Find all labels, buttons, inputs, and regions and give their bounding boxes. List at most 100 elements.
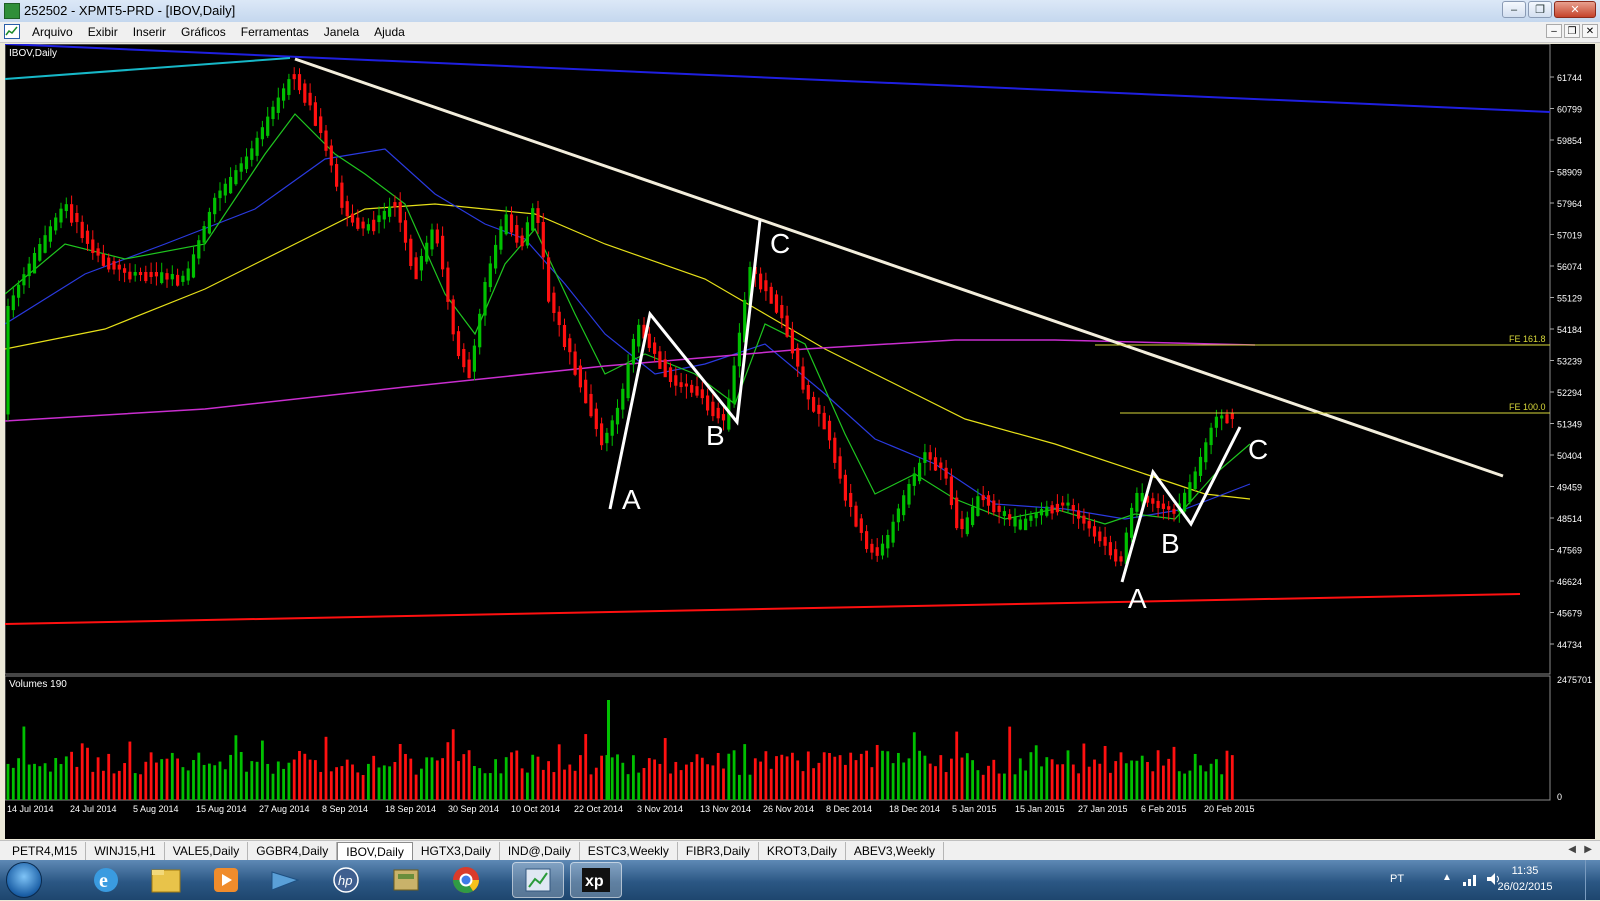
candle-body <box>239 163 243 172</box>
volume-bar <box>897 752 900 800</box>
volume-bar <box>467 750 471 800</box>
clock-date[interactable]: 26/02/2015 <box>1490 881 1560 893</box>
candle-body <box>329 145 333 166</box>
volume-bar <box>743 744 747 800</box>
language-indicator[interactable]: PT <box>1390 873 1404 885</box>
tab-ggbr4-daily[interactable]: GGBR4,Daily <box>248 842 338 860</box>
minimize-button[interactable]: – <box>1502 1 1526 18</box>
hp-app-icon[interactable]: hp <box>320 862 372 898</box>
volume-bar <box>785 756 789 800</box>
tab-hgtx3-daily[interactable]: HGTX3,Daily <box>413 842 500 860</box>
chrome-icon[interactable] <box>440 862 492 898</box>
candle-body <box>695 386 699 396</box>
volume-bar <box>75 766 79 800</box>
menu-graficos[interactable]: Gráficos <box>181 25 237 39</box>
wave-label-b-left: B <box>706 420 725 451</box>
volume-bar <box>1215 759 1218 800</box>
volume-bar <box>80 743 84 800</box>
volume-bar <box>49 771 52 800</box>
tab-fibr3-daily[interactable]: FIBR3,Daily <box>678 842 759 860</box>
candle-body <box>854 505 858 527</box>
volume-bar <box>1034 745 1038 800</box>
file-explorer-icon[interactable] <box>140 862 192 898</box>
volume-bar <box>891 763 895 800</box>
chart-close-button[interactable]: ✕ <box>1582 24 1598 38</box>
chart-minimize-button[interactable]: – <box>1546 24 1562 38</box>
volume-bar <box>584 734 588 800</box>
volume-bar <box>817 762 821 800</box>
tab-winj15-h1[interactable]: WINJ15,H1 <box>86 842 165 860</box>
volume-bar <box>859 753 863 800</box>
price-chart[interactable]: IBOV,Daily Volumes 190 FE 161.8 FE 100.0… <box>5 44 1595 839</box>
volume-bar <box>276 761 280 800</box>
tab-estc3-weekly[interactable]: ESTC3,Weekly <box>580 842 678 860</box>
archive-app-icon[interactable] <box>380 862 432 898</box>
candle-body <box>75 213 79 223</box>
restore-button[interactable]: ❐ <box>1528 1 1552 18</box>
wave-label-b-right: B <box>1161 528 1180 559</box>
price-axis-label: 51349 <box>1557 420 1582 430</box>
candle-body <box>38 244 42 261</box>
volume-bar <box>796 760 800 800</box>
volume-bar <box>488 773 492 800</box>
volume-bar <box>192 760 195 800</box>
menu-arquivo[interactable]: Arquivo <box>32 25 84 39</box>
wave-label-a-right: A <box>1128 583 1147 614</box>
tab-ind-daily[interactable]: IND@,Daily <box>500 842 580 860</box>
menu-exibir[interactable]: Exibir <box>88 25 129 39</box>
candle-body <box>181 275 185 282</box>
volume-bar <box>404 753 407 800</box>
tab-scroll-arrows[interactable]: ◀ ▶ <box>1568 844 1592 855</box>
tab-abev3-weekly[interactable]: ABEV3,Weekly <box>846 842 945 860</box>
candle-body <box>525 222 529 246</box>
clock-time[interactable]: 11:35 <box>1490 865 1560 877</box>
media-player-icon[interactable] <box>200 862 252 898</box>
date-axis-label: 18 Dec 2014 <box>889 804 940 814</box>
volume-bar <box>637 772 641 800</box>
xp-investimentos-icon[interactable]: xp <box>570 862 622 898</box>
tab-ibov-daily[interactable]: IBOV,Daily <box>337 842 413 861</box>
tab-krot3-daily[interactable]: KROT3,Daily <box>759 842 846 860</box>
tab-vale5-daily[interactable]: VALE5,Daily <box>165 842 249 860</box>
volume-bar <box>298 750 301 800</box>
metatrader-icon[interactable] <box>512 862 564 898</box>
network-app-icon[interactable] <box>260 862 312 898</box>
close-button[interactable]: ✕ <box>1554 1 1596 18</box>
volume-bar <box>695 754 699 800</box>
volume-bar <box>144 761 148 800</box>
volume-bar <box>907 758 911 800</box>
network-signal-icon[interactable] <box>1462 872 1480 886</box>
volume-bar <box>303 753 307 800</box>
chart-restore-button[interactable]: ❐ <box>1564 24 1580 38</box>
start-button[interactable] <box>6 862 42 898</box>
volume-bar <box>965 753 969 800</box>
volume-bar <box>1008 726 1012 800</box>
volume-bar <box>6 763 10 800</box>
candle-body <box>822 412 826 430</box>
volume-bar <box>1199 765 1202 800</box>
candle-body <box>335 164 339 187</box>
internet-explorer-icon[interactable]: e <box>80 862 132 898</box>
volume-bar <box>976 770 980 800</box>
volume-bar <box>536 756 540 800</box>
volume-bar <box>1040 766 1043 800</box>
chart-window-icon[interactable] <box>4 24 20 39</box>
menu-janela[interactable]: Janela <box>324 25 370 39</box>
candle-body <box>107 257 111 270</box>
candle-body <box>149 272 153 277</box>
menu-ajuda[interactable]: Ajuda <box>374 25 416 39</box>
show-desktop-button[interactable] <box>1585 860 1600 900</box>
volume-bar <box>1220 774 1224 800</box>
volume-bar <box>64 756 68 800</box>
volume-bar <box>234 735 238 800</box>
chart-window[interactable]: IBOV,Daily Volumes 190 FE 161.8 FE 100.0… <box>5 44 1595 839</box>
candle-body <box>154 272 158 277</box>
candle-body <box>700 389 704 399</box>
tray-expand-icon[interactable]: ▲ <box>1442 872 1452 883</box>
menu-inserir[interactable]: Inserir <box>133 25 177 39</box>
candle-body <box>32 253 37 274</box>
menu-ferramentas[interactable]: Ferramentas <box>241 25 320 39</box>
volume-bar <box>944 772 948 800</box>
volume-bar <box>780 754 784 800</box>
tab-petr4-m15[interactable]: PETR4,M15 <box>4 842 87 860</box>
